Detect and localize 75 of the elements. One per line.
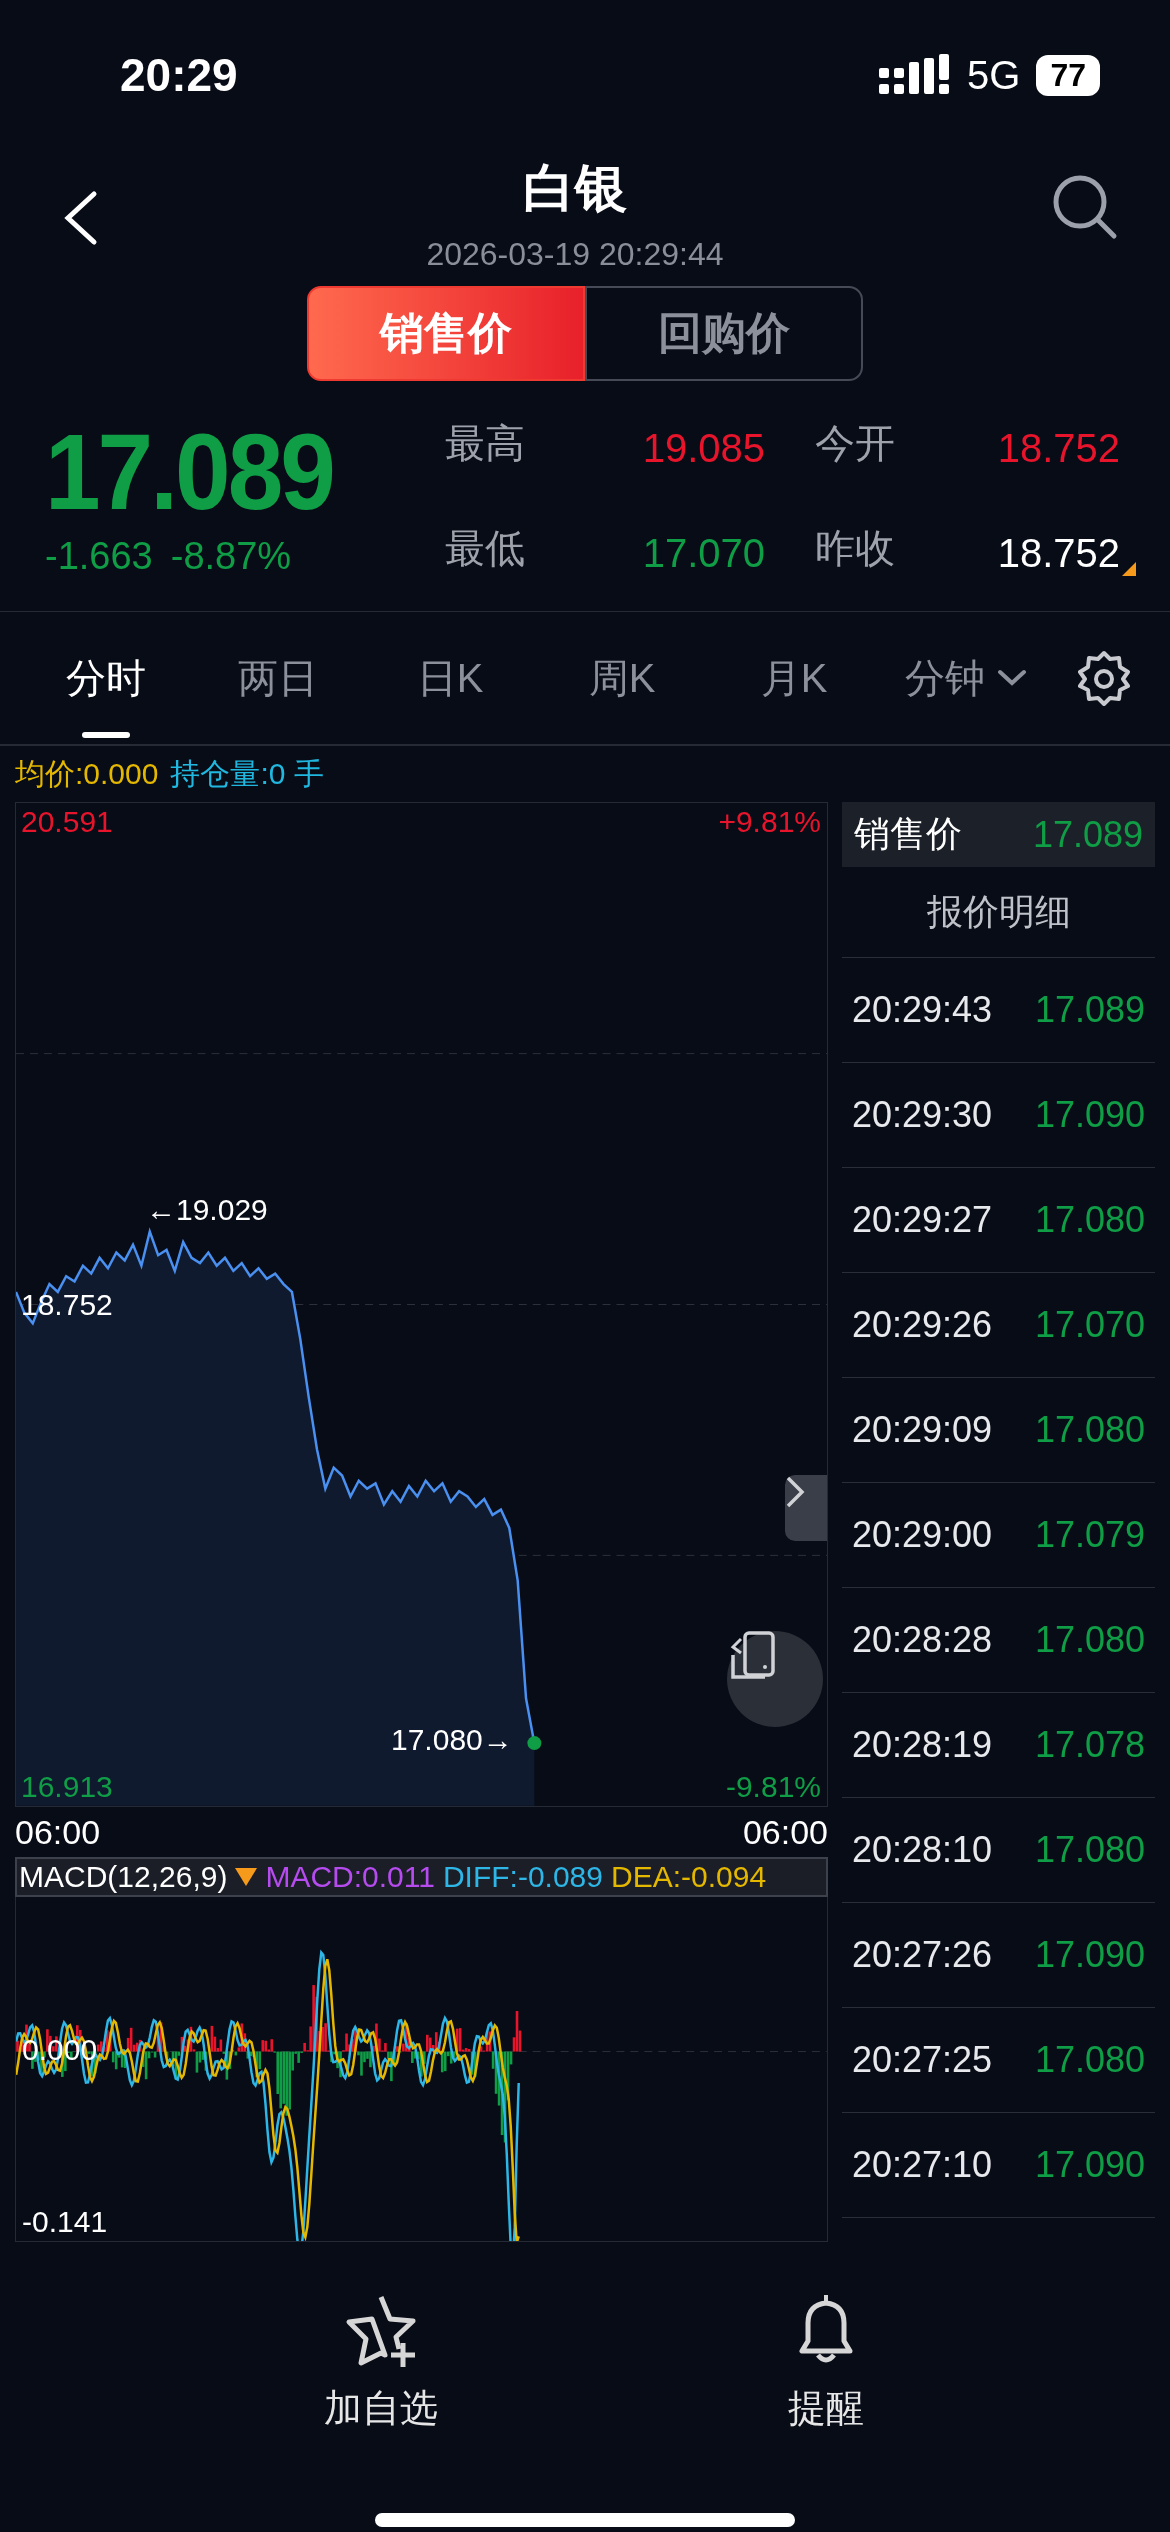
dea-value: DEA:-0.094 [611, 1860, 767, 1894]
open-interest: 持仓量:0 手 [170, 755, 324, 792]
last-price-dot [527, 1736, 542, 1751]
trade-price: 17.079 [1034, 1514, 1145, 1556]
trade-price: 17.090 [1034, 2144, 1145, 2186]
battery-indicator: 77 [1036, 54, 1100, 96]
axis-label: 16.913 [21, 1770, 113, 1804]
price-annotation: ←19.029 [146, 1193, 268, 1227]
diff-value: DIFF:-0.089 [442, 1860, 603, 1894]
time-label: 06:00 [742, 1812, 828, 1852]
period-tab[interactable]: 分时 [20, 612, 192, 744]
stat-value: 17.070 [642, 531, 765, 576]
price-change: -1.663 [45, 535, 153, 578]
alert-button[interactable]: 提醒 [780, 2290, 872, 2435]
trade-time: 20:27:25 [852, 2039, 993, 2081]
average-price: 均价:0.000 [15, 755, 159, 792]
axis-label: -0.141 [22, 2205, 108, 2239]
trade-price: 17.080 [1034, 1199, 1145, 1241]
trade-price: 17.090 [1034, 1934, 1145, 1976]
stat-label: 最低 [445, 525, 526, 572]
period-tab[interactable]: 两日 [192, 612, 364, 744]
network-label: 5G [967, 52, 1021, 98]
stat-label: 最高 [445, 420, 526, 467]
axis-label: 20.591 [21, 805, 113, 839]
trade-price: 17.080 [1034, 2039, 1145, 2081]
price-type-tab[interactable]: 回购价 [585, 286, 863, 381]
period-tab[interactable]: 分钟 [880, 612, 1052, 744]
stat-value: 18.752 [997, 531, 1120, 576]
trade-time: 20:29:30 [852, 1094, 993, 1136]
trade-time: 20:28:19 [852, 1724, 993, 1766]
indicator-name[interactable]: MACD(12,26,9) [19, 1860, 228, 1894]
stat-label: 今开 [814, 420, 896, 467]
page-title: 白银 [523, 158, 627, 219]
axis-label: +9.81% [718, 805, 821, 839]
trade-time: 20:28:28 [852, 1619, 993, 1661]
stat-value: 18.752 [997, 426, 1120, 471]
trade-price: 17.080 [1034, 1619, 1145, 1661]
price-label: 销售价 [854, 812, 962, 856]
clock: 20:29 [120, 48, 238, 102]
trade-price: 17.089 [1034, 989, 1145, 1031]
trade-time: 20:28:10 [852, 1829, 993, 1871]
percent-change: -8.87% [170, 535, 292, 578]
macd-value: MACD:0.011 [265, 1860, 435, 1894]
chevron-right-icon [785, 1475, 805, 1509]
period-tab[interactable]: 月K [708, 612, 880, 744]
trade-time: 20:29:27 [852, 1199, 993, 1241]
dropdown-triangle-icon[interactable] [235, 1868, 258, 1886]
trade-time: 20:29:00 [852, 1514, 993, 1556]
price-value: 17.089 [1032, 813, 1143, 856]
time-label: 06:00 [15, 1812, 101, 1852]
timestamp: 2026-03-19 20:29:44 [426, 236, 724, 273]
axis-label: -9.81% [725, 1770, 821, 1804]
trade-price: 17.080 [1034, 1829, 1145, 1871]
trade-price: 17.090 [1034, 1094, 1145, 1136]
stat-value: 19.085 [642, 426, 765, 471]
add-watchlist-button[interactable]: 加自选 [318, 2290, 444, 2435]
trade-time: 20:27:10 [852, 2144, 993, 2186]
chevron-down-icon [997, 669, 1027, 687]
price-annotation: 17.080→ [391, 1723, 513, 1757]
period-tab[interactable]: 周K [536, 612, 708, 744]
current-price: 17.089 [45, 409, 334, 534]
trade-price: 17.078 [1034, 1724, 1145, 1766]
stat-label: 昨收 [814, 525, 896, 572]
trade-time: 20:29:09 [852, 1409, 993, 1451]
price-type-tab[interactable]: 销售价 [307, 286, 585, 381]
trade-time: 20:27:26 [852, 1934, 993, 1976]
trade-price: 17.070 [1034, 1304, 1145, 1346]
signal-icon [879, 54, 952, 96]
trade-price: 17.080 [1034, 1409, 1145, 1451]
expand-button[interactable] [785, 1475, 827, 1541]
section-title: 报价明细 [842, 867, 1155, 958]
trade-time: 20:29:43 [852, 989, 993, 1031]
settings-icon[interactable] [1076, 650, 1132, 706]
trade-time: 20:29:26 [852, 1304, 993, 1346]
period-tab[interactable]: 日K [364, 612, 536, 744]
